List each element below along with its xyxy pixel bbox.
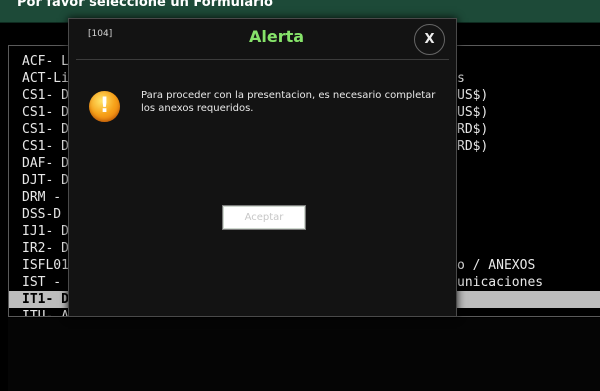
list-item-description: o / ANEXOS xyxy=(457,258,536,273)
accept-button[interactable]: Aceptar xyxy=(222,205,306,230)
close-button[interactable]: X xyxy=(414,24,445,55)
list-item-code: DSS-D xyxy=(22,207,62,222)
list-item-description: unicaciones xyxy=(457,275,544,290)
list-item-code: IJ1- D xyxy=(22,224,69,239)
close-icon[interactable]: X xyxy=(424,32,434,47)
list-footer-area xyxy=(8,318,600,391)
list-item-code: CS1- D xyxy=(22,105,69,120)
list-item-code: CS1- D xyxy=(22,139,69,154)
list-item-code: DRM - xyxy=(22,190,62,205)
list-item-description: RD$) xyxy=(457,139,489,154)
alert-dialog: [104] Alerta X ! Para proceder con la pr… xyxy=(68,18,457,317)
list-item-code: ACT-Li xyxy=(22,71,69,86)
list-item-code: IR2- D xyxy=(22,241,69,256)
list-item-code: CS1- D xyxy=(22,122,69,137)
list-item-description: s xyxy=(457,71,465,86)
list-item-code: IT1- D xyxy=(22,292,69,307)
list-item-description: RD$) xyxy=(457,122,489,137)
list-item-description: US$) xyxy=(457,105,489,120)
warning-icon: ! xyxy=(89,91,120,122)
warning-icon-glyph: ! xyxy=(99,93,110,117)
alert-divider xyxy=(76,59,449,60)
list-item-code: ISFL01 xyxy=(22,258,69,273)
list-item-description: US$) xyxy=(457,88,489,103)
list-item-code: DAF- D xyxy=(22,156,69,171)
page: Por favor seleccione un Formulario ACF- … xyxy=(0,0,600,391)
list-item-code: ITU- A xyxy=(22,309,69,317)
list-item-code: DJT- D xyxy=(22,173,69,188)
alert-message: Para proceder con la presentacion, es ne… xyxy=(141,90,436,114)
page-title: Por favor seleccione un Formulario xyxy=(17,0,273,10)
list-item-code: CS1- D xyxy=(22,88,69,103)
